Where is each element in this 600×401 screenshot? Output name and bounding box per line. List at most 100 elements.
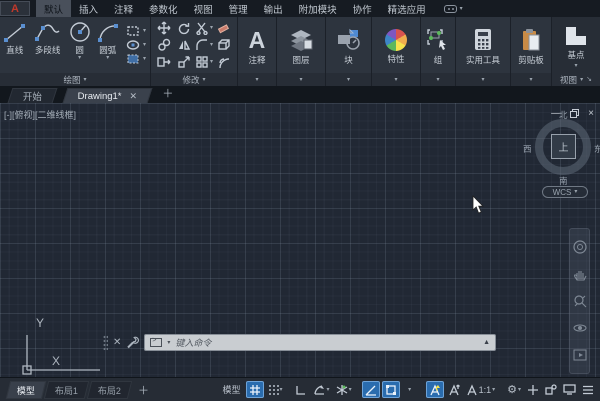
panel-utilities-expand[interactable]: ▾	[456, 73, 510, 86]
ortho-icon	[295, 384, 307, 396]
tab-addins[interactable]: 附加模块	[291, 0, 345, 17]
clipboard-button[interactable]: 剪贴板	[518, 25, 544, 66]
tab-collaborate[interactable]: 协作	[345, 0, 380, 17]
annotation-scale-button[interactable]: 1:1 ▾	[464, 381, 498, 398]
tab-featured-apps[interactable]: 精选应用	[380, 0, 434, 17]
new-layout-button[interactable]: ＋	[138, 382, 149, 398]
object-snap-tracking-toggle[interactable]	[362, 381, 380, 398]
dialog-launcher-icon[interactable]: ↘	[586, 76, 592, 83]
basepoint-button[interactable]: 基点 ▾	[563, 22, 589, 69]
orbit-icon[interactable]	[573, 321, 587, 335]
snap-toggle[interactable]: ▾	[266, 381, 285, 398]
hatch-button[interactable]: ▾	[126, 53, 146, 65]
polar-tracking-toggle[interactable]: ▾	[311, 381, 332, 398]
close-icon[interactable]: ✕	[113, 337, 121, 348]
tab-parametric[interactable]: 参数化	[141, 0, 186, 17]
layout-tab-layout1[interactable]: 布局1	[44, 381, 90, 399]
compass-west[interactable]: 西	[523, 143, 532, 155]
zoom-extents-icon[interactable]	[573, 294, 587, 308]
grid-toggle[interactable]	[246, 381, 264, 398]
tab-manage[interactable]: 管理	[221, 0, 256, 17]
chevron-down-icon[interactable]: ▾	[327, 387, 330, 393]
group-button[interactable]: 组	[426, 25, 450, 66]
panel-view-title[interactable]: 视图 ▾ ↘	[552, 73, 600, 86]
erase-button[interactable]	[214, 20, 234, 37]
panel-group-expand[interactable]: ▾	[421, 73, 455, 86]
annotation-visibility-toggle[interactable]	[426, 381, 444, 398]
array-button[interactable]: ▾	[194, 54, 214, 71]
layout-tab-layout2[interactable]: 布局2	[87, 381, 133, 399]
panel-block-expand[interactable]: ▾	[326, 73, 371, 86]
hardware-acceleration-button[interactable]	[561, 381, 578, 398]
utilities-button[interactable]: 实用工具	[466, 25, 500, 66]
stretch-button[interactable]	[154, 54, 174, 71]
viewcube[interactable]: 北 南 西 东 上	[533, 117, 593, 177]
ellipse-button[interactable]: ▾	[126, 39, 146, 51]
layers-button[interactable]: 图层	[288, 25, 314, 66]
ortho-toggle[interactable]	[293, 381, 309, 398]
chevron-down-icon[interactable]: ▾	[280, 387, 283, 393]
status-toggles: 模型 ▾ ▾	[223, 381, 596, 398]
fillet-button[interactable]: ▾	[194, 37, 214, 54]
tab-default[interactable]: 默认	[36, 0, 71, 17]
history-up-icon[interactable]: ▲	[483, 339, 490, 346]
chevron-down-icon[interactable]: ▾	[167, 340, 170, 346]
arc-button[interactable]: 圆弧 ▾	[93, 18, 122, 73]
mirror-button[interactable]	[174, 37, 194, 54]
rotate-button[interactable]	[174, 20, 194, 37]
object-snap-dropdown[interactable]: ▾	[402, 381, 418, 398]
new-drawing-button[interactable]: ＋	[162, 85, 173, 103]
navigation-wheel-icon[interactable]	[573, 240, 587, 254]
file-tab-start[interactable]: 开始	[8, 88, 58, 103]
customization-button[interactable]	[580, 381, 596, 398]
viewcube-top-face[interactable]: 上	[551, 134, 576, 159]
rectangle-button[interactable]: ▾	[126, 25, 146, 37]
drag-handle[interactable]	[103, 335, 108, 350]
trim-button[interactable]: ▾	[194, 20, 214, 37]
panel-clipboard-expand[interactable]: ▾	[511, 73, 551, 86]
workspace-switching-button[interactable]: ⚙ ▾	[505, 381, 523, 398]
chevron-down-icon[interactable]: ▾	[492, 387, 495, 393]
circle-button[interactable]: 圆 ▾	[66, 18, 94, 73]
media-button[interactable]: ▾	[444, 0, 463, 17]
command-input[interactable]: ▾ 键入命令 ▲	[144, 334, 496, 351]
tab-output[interactable]: 输出	[256, 0, 291, 17]
offset-button[interactable]	[214, 54, 234, 71]
annotate-button[interactable]: A 注释	[248, 25, 265, 66]
panel-draw-title[interactable]: 绘图▾	[0, 73, 150, 86]
compass-east[interactable]: 东	[594, 143, 600, 155]
object-snap-toggle[interactable]	[382, 381, 400, 398]
model-space-indicator[interactable]: 模型	[223, 383, 241, 396]
app-logo[interactable]: A	[0, 1, 30, 16]
isolate-objects-button[interactable]	[543, 381, 559, 398]
move-button[interactable]	[154, 20, 174, 37]
tab-view[interactable]: 视图	[186, 0, 221, 17]
scale-button[interactable]	[174, 54, 194, 71]
file-tab-drawing1[interactable]: Drawing1* ✕	[63, 88, 153, 103]
polyline-button[interactable]: 多段线	[30, 18, 66, 73]
wcs-menu[interactable]: WCS▾	[542, 186, 588, 198]
drawing-canvas[interactable]: [-][俯视][二维线框] — × 北 南 西 东 上 WCS▾	[0, 103, 600, 377]
copy-button[interactable]	[154, 37, 174, 54]
autoscale-toggle[interactable]	[446, 381, 462, 398]
line-button[interactable]: 直线	[0, 18, 30, 73]
annotation-monitor-button[interactable]	[525, 381, 541, 398]
panel-annotate-expand[interactable]: ▾	[238, 73, 276, 86]
close-icon[interactable]: ✕	[130, 91, 138, 102]
panel-layers-expand[interactable]: ▾	[277, 73, 325, 86]
wrench-icon[interactable]	[126, 336, 139, 349]
layout-tab-model[interactable]: 模型	[6, 381, 47, 399]
explode-button[interactable]	[214, 37, 234, 54]
grid-icon	[249, 384, 261, 396]
showmotion-icon[interactable]	[573, 348, 587, 362]
chevron-down-icon[interactable]: ▾	[349, 387, 352, 393]
panel-properties-expand[interactable]: ▾	[372, 73, 420, 86]
compass-north[interactable]: 北	[559, 109, 568, 121]
isometric-drafting-toggle[interactable]: ▾	[334, 381, 354, 398]
viewport-controls[interactable]: [-][俯视][二维线框]	[4, 108, 76, 121]
tab-annotate[interactable]: 注释	[106, 0, 141, 17]
pan-hand-icon[interactable]	[573, 267, 587, 281]
properties-button[interactable]: 特性	[385, 26, 407, 65]
tab-insert[interactable]: 插入	[71, 0, 106, 17]
block-button[interactable]: 块	[336, 25, 362, 66]
